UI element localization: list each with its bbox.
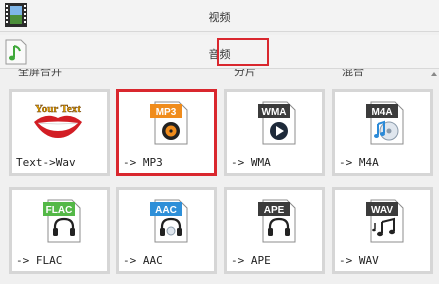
card-label: -> FLAC [16, 254, 63, 267]
video-tab[interactable]: 视频 [0, 0, 439, 32]
card-label: Text->Wav [16, 156, 76, 169]
text-to-wav-card[interactable]: Your Text Text->Wav [9, 89, 110, 176]
audio-tab-highlight [217, 38, 269, 66]
badge-text: FLAC [46, 205, 73, 216]
badge-text: WAV [371, 205, 393, 216]
card-label: -> APE [231, 254, 271, 267]
scroll-up-arrow-icon[interactable] [429, 69, 439, 79]
card-label: -> AAC [123, 254, 163, 267]
partial-row-label: 混合 [342, 69, 364, 78]
badge-text: AAC [155, 205, 177, 216]
flac-card[interactable]: FLAC -> FLAC [9, 187, 110, 274]
mp3-file-icon: MP3 [150, 101, 188, 145]
audio-tab[interactable]: 音频 [0, 35, 439, 69]
mp3-card[interactable]: MP3 -> MP3 [116, 89, 217, 176]
wma-card[interactable]: WMA -> WMA [224, 89, 325, 176]
wma-file-icon: WMA [258, 101, 296, 145]
partial-row-label: 全屏合并 [18, 69, 62, 78]
ape-file-icon: APE [258, 199, 296, 243]
aac-card[interactable]: AAC -> AAC [116, 187, 217, 274]
badge-text: M4A [371, 107, 392, 118]
m4a-file-icon: M4A [366, 101, 404, 145]
wav-file-icon: WAV [366, 199, 404, 243]
flac-file-icon: FLAC [43, 199, 81, 243]
badge-text: WMA [262, 107, 287, 118]
your-text-caption: Your Text [35, 103, 81, 115]
ape-card[interactable]: APE -> APE [224, 187, 325, 274]
video-tab-label: 视频 [208, 11, 231, 24]
previous-row-strip: 全屏合并 分片 混合 [0, 69, 439, 79]
card-label: -> WMA [231, 156, 271, 169]
badge-text: MP3 [156, 107, 177, 118]
m4a-card[interactable]: M4A -> M4A [332, 89, 433, 176]
card-label: -> MP3 [123, 156, 163, 169]
card-label: -> WAV [339, 254, 379, 267]
wav-card[interactable]: WAV -> WAV [332, 187, 433, 274]
card-label: -> M4A [339, 156, 379, 169]
partial-row-label: 分片 [234, 69, 256, 78]
aac-file-icon: AAC [150, 199, 188, 243]
badge-text: APE [264, 205, 285, 216]
lips-your-text-icon: Your Text [34, 103, 82, 138]
